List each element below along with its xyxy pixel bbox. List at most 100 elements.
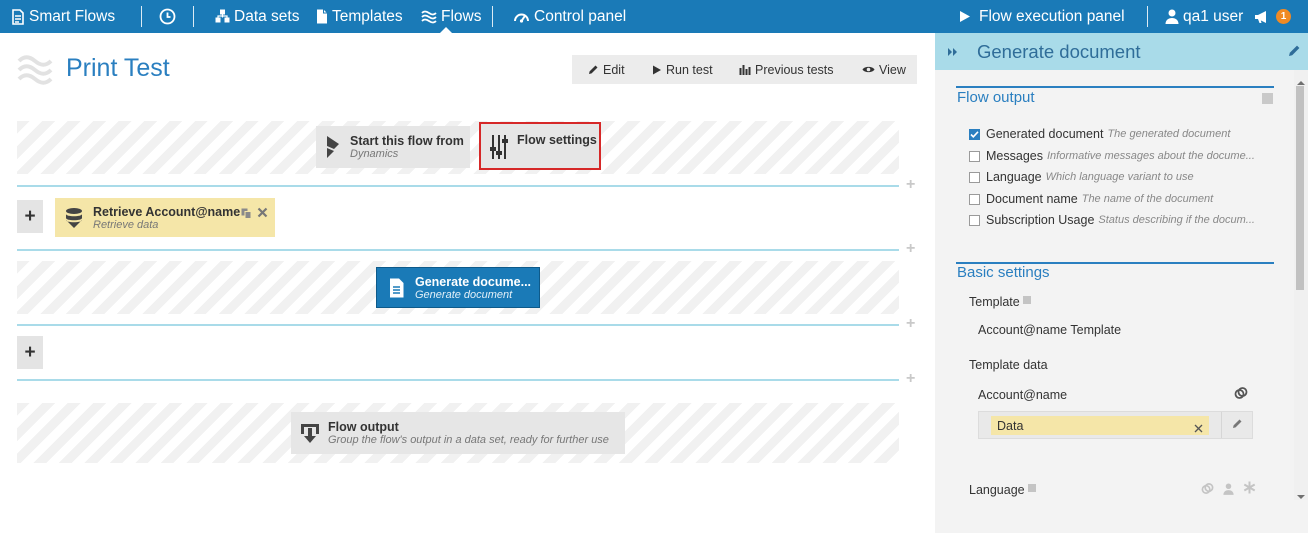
retrieve-data-subtitle: Retrieve data	[93, 218, 159, 231]
play-icon	[652, 65, 662, 75]
megaphone-icon	[1254, 10, 1270, 24]
view-label: View	[879, 62, 906, 77]
add-step-button[interactable]: +	[17, 200, 43, 233]
nav-user-name: qa1 user	[1183, 7, 1244, 25]
edit-label: Edit	[603, 62, 625, 77]
smart-flows-logo-icon	[11, 8, 25, 25]
nav-control-panel[interactable]: Control panel	[513, 0, 626, 33]
play-icon	[958, 10, 971, 23]
output-option-desc: Status describing if the docum...	[1098, 214, 1255, 226]
gauge-icon	[513, 9, 530, 24]
collapse-panel-icon[interactable]	[947, 45, 959, 63]
nav-active-indicator	[440, 27, 452, 33]
account-data-field[interactable]: Data	[978, 411, 1253, 439]
output-option-document-name[interactable]: Document name The name of the document	[969, 192, 1213, 206]
language-label: Language	[969, 483, 1036, 497]
clock-icon	[159, 8, 176, 25]
add-lane-button[interactable]: +	[906, 240, 915, 258]
asterisk-icon[interactable]	[1243, 481, 1256, 499]
remove-node-icon[interactable]	[257, 205, 268, 223]
eye-icon	[862, 65, 875, 74]
scrollbar-thumb[interactable]	[1296, 86, 1304, 290]
checkbox[interactable]	[969, 193, 980, 205]
output-option-desc: Which language variant to use	[1045, 171, 1194, 183]
nav-flows-label: Flows	[441, 7, 482, 25]
add-lane-button[interactable]: +	[906, 315, 915, 333]
info-icon[interactable]	[1027, 484, 1036, 492]
notification-badge[interactable]: 1	[1276, 9, 1291, 24]
data-sets-icon	[215, 9, 230, 24]
lane-divider	[17, 249, 899, 251]
data-chip[interactable]: Data	[991, 416, 1209, 435]
flow-settings-node[interactable]: Flow settings	[479, 122, 601, 170]
template-value[interactable]: Account@name Template	[978, 323, 1121, 337]
copy-icon[interactable]	[241, 206, 252, 224]
add-step-button[interactable]: +	[17, 336, 43, 369]
nav-divider	[1147, 6, 1148, 27]
generate-document-title: Generate docume...	[415, 274, 532, 289]
run-test-button[interactable]: Run test	[652, 55, 713, 84]
output-option-language[interactable]: Language Which language variant to use	[969, 170, 1194, 184]
info-icon[interactable]	[1262, 93, 1273, 104]
output-option-generated-document[interactable]: Generated document The generated documen…	[969, 127, 1230, 141]
section-divider	[956, 86, 1274, 88]
link-icon[interactable]	[1201, 482, 1214, 500]
template-label: Template	[969, 295, 1031, 309]
nav-divider	[492, 6, 493, 27]
edit-button[interactable]: Edit	[588, 55, 625, 84]
properties-panel	[935, 33, 1308, 533]
account-field-label: Account@name	[978, 388, 1068, 402]
flow-settings-title: Flow settings	[517, 133, 597, 147]
sliders-icon	[481, 133, 517, 160]
nav-brand-smart-flows[interactable]: Smart Flows	[11, 0, 115, 33]
checkbox[interactable]	[969, 171, 980, 183]
data-chip-label: Data	[997, 418, 1024, 433]
chip-remove-icon[interactable]	[1194, 420, 1203, 438]
nav-brand-label: Smart Flows	[29, 7, 116, 25]
output-option-label: Language	[986, 170, 1042, 184]
flow-toolbar: Edit Run test Previous tests View	[572, 55, 917, 84]
output-option-desc: The generated document	[1107, 128, 1231, 140]
view-button[interactable]: View	[862, 55, 906, 84]
nav-history-button[interactable]	[159, 0, 180, 33]
edit-data-button[interactable]	[1221, 412, 1252, 438]
output-option-label: Generated document	[986, 127, 1104, 141]
scroll-down-arrow-icon[interactable]	[1297, 487, 1305, 505]
link-icon[interactable]	[1234, 386, 1248, 405]
lane-divider	[17, 185, 899, 187]
flow-output-node[interactable]: Flow output Group the flow's output in a…	[291, 412, 625, 454]
nav-flow-execution-panel[interactable]: Flow execution panel	[958, 0, 1125, 33]
previous-tests-button[interactable]: Previous tests	[739, 55, 834, 84]
checkbox[interactable]	[969, 214, 980, 226]
nav-control-panel-label: Control panel	[534, 7, 627, 25]
checkbox[interactable]	[969, 150, 980, 162]
language-label-text: Language	[969, 483, 1025, 497]
document-icon	[316, 9, 328, 24]
panel-title: Generate document	[977, 41, 1141, 62]
user-icon[interactable]	[1223, 482, 1234, 500]
nav-divider	[141, 6, 142, 27]
generate-document-node[interactable]: Generate docume... Generate document	[376, 267, 540, 308]
checkbox-checked-icon[interactable]	[969, 128, 980, 140]
nav-divider	[193, 6, 194, 27]
pencil-icon	[1232, 416, 1243, 434]
output-option-subscription-usage[interactable]: Subscription Usage Status describing if …	[969, 213, 1255, 227]
retrieve-data-node[interactable]: Retrieve Account@name Retrieve data	[55, 198, 275, 237]
nav-data-sets[interactable]: Data sets	[215, 0, 299, 33]
nav-user-menu[interactable]: qa1 user	[1165, 0, 1243, 33]
info-icon[interactable]	[1022, 296, 1031, 304]
rename-pencil-icon[interactable]	[1288, 44, 1301, 62]
template-label-text: Template	[969, 295, 1020, 309]
nav-flow-execution-label: Flow execution panel	[979, 7, 1125, 25]
document-icon	[377, 278, 415, 298]
download-tray-icon	[291, 422, 328, 444]
add-lane-button[interactable]: +	[906, 370, 915, 388]
output-option-messages[interactable]: Messages Informative messages about the …	[969, 149, 1255, 163]
start-flow-node[interactable]: Start this flow from Dynamics	[316, 126, 470, 168]
bar-chart-icon	[739, 64, 751, 75]
flow-output-subtitle: Group the flow's output in a data set, r…	[328, 434, 609, 446]
announcements-button[interactable]	[1254, 0, 1274, 33]
add-lane-button[interactable]: +	[906, 176, 915, 194]
nav-templates[interactable]: Templates	[316, 0, 403, 33]
pencil-icon	[588, 64, 599, 75]
